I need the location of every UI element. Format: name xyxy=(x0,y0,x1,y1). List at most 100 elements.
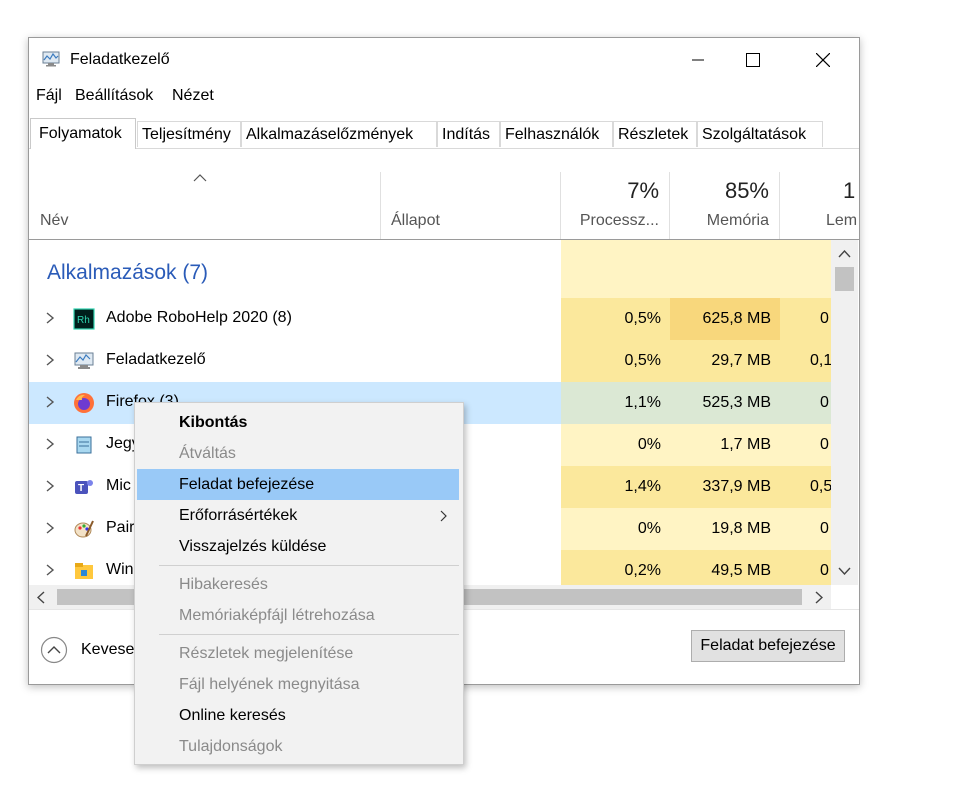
menu-item-expand[interactable]: Kibontás xyxy=(137,407,459,438)
title-bar[interactable]: Feladatkezelő xyxy=(29,38,859,82)
disk-total: 1 xyxy=(843,178,856,203)
column-status[interactable]: Állapot xyxy=(381,172,561,239)
fewer-details-link[interactable]: Kevese xyxy=(81,641,134,659)
menu-separator xyxy=(159,634,459,635)
column-cpu-label: Processz... xyxy=(579,212,659,229)
disk-value: 0,1 xyxy=(780,340,831,382)
chevron-up-circle-icon[interactable] xyxy=(40,636,68,664)
end-task-button[interactable]: Feladat befejezése xyxy=(691,630,845,662)
svg-text:T: T xyxy=(78,483,84,494)
maximize-button[interactable] xyxy=(730,38,776,82)
disk-value: 0 xyxy=(780,508,831,550)
explorer-icon xyxy=(75,563,93,579)
tab-startup[interactable]: Indítás xyxy=(437,121,500,147)
group-apps-header[interactable]: Alkalmazások (7) xyxy=(47,261,208,285)
sort-up-icon xyxy=(193,174,207,182)
chevron-right-icon xyxy=(440,510,447,522)
task-manager-icon xyxy=(74,352,94,369)
memory-value: 49,5 MB xyxy=(670,550,780,585)
table-row[interactable]: Rh Adobe RoboHelp 2020 (8) 0,5% 625,8 MB… xyxy=(29,298,831,340)
teams-icon: T xyxy=(75,480,93,494)
scroll-left-icon[interactable] xyxy=(37,591,45,604)
close-button[interactable] xyxy=(800,38,846,82)
disk-value: 0 xyxy=(780,424,831,466)
menu-item-show-details: Részletek megjelenítése xyxy=(179,645,354,662)
cpu-value: 1,4% xyxy=(561,466,670,508)
memory-value: 337,9 MB xyxy=(670,466,780,508)
menu-item-debug: Hibakeresés xyxy=(179,576,268,593)
memory-value: 1,7 MB xyxy=(670,424,780,466)
menu-item-resource-values[interactable]: Erőforrásértékek xyxy=(137,500,459,531)
robohelp-icon: Rh xyxy=(73,308,95,330)
column-memory[interactable]: 85% Memória xyxy=(670,172,780,239)
window-title: Feladatkezelő xyxy=(70,51,170,68)
process-name: Win xyxy=(106,561,134,578)
firefox-icon xyxy=(74,393,94,413)
scroll-down-icon[interactable] xyxy=(838,567,851,575)
column-memory-label: Memória xyxy=(706,212,769,229)
column-cpu[interactable]: 7% Processz... xyxy=(561,172,670,239)
chevron-right-icon xyxy=(46,564,55,576)
column-name-label: Név xyxy=(40,212,69,229)
cpu-value: 0,5% xyxy=(561,340,670,382)
tab-performance[interactable]: Teljesítmény xyxy=(137,121,241,147)
cpu-value: 0,2% xyxy=(561,550,670,585)
chevron-right-icon xyxy=(46,354,55,366)
cpu-total: 7% xyxy=(627,178,659,203)
column-disk[interactable]: 1 Lem xyxy=(780,172,859,239)
menu-separator xyxy=(159,565,459,566)
chevron-right-icon xyxy=(46,480,55,492)
scroll-right-icon[interactable] xyxy=(815,591,823,604)
tab-processes[interactable]: Folyamatok xyxy=(30,118,136,149)
cpu-value: 1,1% xyxy=(561,382,670,424)
memory-value: 625,8 MB xyxy=(670,298,780,340)
memory-value: 29,7 MB xyxy=(670,340,780,382)
svg-text:Rh: Rh xyxy=(77,315,90,326)
memory-total: 85% xyxy=(724,178,769,203)
menu-item-send-feedback[interactable]: Visszajelzés küldése xyxy=(137,531,459,562)
chevron-right-icon xyxy=(46,312,55,324)
menu-item-switch: Átváltás xyxy=(179,445,236,462)
tab-details[interactable]: Részletek xyxy=(613,121,697,147)
vertical-scroll-thumb[interactable] xyxy=(835,267,854,291)
column-header: Név Állapot 7% Processz... 85% Memória 1… xyxy=(29,172,859,240)
table-row[interactable]: Feladatkezelő 0,5% 29,7 MB 0,1 xyxy=(29,340,831,382)
column-name[interactable]: Név xyxy=(29,172,381,239)
group-heat-band xyxy=(561,240,831,298)
menu-file[interactable]: Fájl xyxy=(36,87,62,105)
context-menu: Kibontás Átváltás Feladat befejezése Erő… xyxy=(134,402,464,765)
process-name: Adobe RoboHelp 2020 (8) xyxy=(106,309,292,326)
task-manager-icon xyxy=(42,51,60,67)
tab-services[interactable]: Szolgáltatások xyxy=(697,121,823,147)
close-icon xyxy=(816,53,830,67)
minimize-icon xyxy=(692,59,704,61)
menu-options[interactable]: Beállítások xyxy=(75,87,153,105)
menu-item-end-task[interactable]: Feladat befejezése xyxy=(137,469,459,500)
process-name: Pair xyxy=(106,519,135,536)
disk-value: 0 xyxy=(780,382,831,424)
memory-value: 19,8 MB xyxy=(670,508,780,550)
disk-value: 0 xyxy=(780,298,831,340)
menu-item-search-online[interactable]: Online keresés xyxy=(137,700,459,731)
menu-item-create-dump: Memóriaképfájl létrehozása xyxy=(179,607,375,624)
column-status-label: Állapot xyxy=(391,212,440,229)
process-name: Mic xyxy=(106,477,131,494)
disk-value: 0 xyxy=(780,550,831,585)
menu-item-properties: Tulajdonságok xyxy=(179,738,283,755)
vertical-scrollbar[interactable] xyxy=(831,240,858,585)
tab-users[interactable]: Felhasználók xyxy=(500,121,613,147)
column-disk-label: Lem xyxy=(826,212,858,229)
scroll-up-icon[interactable] xyxy=(838,250,851,258)
maximize-icon xyxy=(746,53,760,67)
notepad-icon xyxy=(76,436,92,454)
chevron-right-icon xyxy=(46,396,55,408)
memory-value: 525,3 MB xyxy=(670,382,780,424)
menu-view[interactable]: Nézet xyxy=(172,87,214,105)
menu-item-resource-values-label: Erőforrásértékek xyxy=(179,507,298,524)
paint-icon xyxy=(74,520,94,538)
chevron-right-icon xyxy=(46,438,55,450)
cpu-value: 0% xyxy=(561,424,670,466)
menu-item-open-file-location: Fájl helyének megnyitása xyxy=(179,676,360,693)
minimize-button[interactable] xyxy=(675,38,721,82)
tab-app-history[interactable]: Alkalmazáselőzmények xyxy=(241,121,437,147)
